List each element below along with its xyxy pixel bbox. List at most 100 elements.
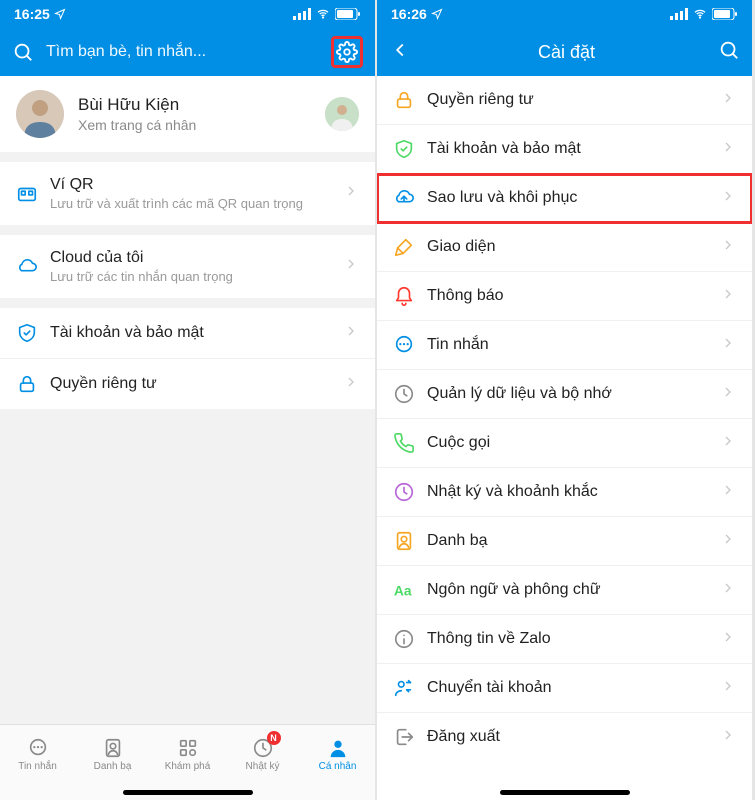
list-item-title: Thông báo [427,287,720,305]
search-icon[interactable] [12,41,34,63]
list-item[interactable]: Danh bạ [377,517,752,566]
battery-icon [712,8,738,20]
shield-icon [393,138,427,160]
list-item-title: Quyền riêng tư [50,375,343,393]
tab-label: Nhật ký [246,761,280,772]
chevron-right-icon [720,237,736,258]
cloud-backup-icon [393,187,427,209]
list-item-title: Cuộc gọi [427,434,720,452]
settings-list: Quyền riêng tưTài khoản và bảo mật Sao lư… [377,76,752,784]
search-button[interactable] [718,39,740,66]
svg-text:Aa: Aa [394,584,412,599]
list-item[interactable]: Quyền riêng tư [0,359,375,409]
search-placeholder: Tìm bạn bè, tin nhắn... [46,43,331,61]
lock-icon [16,373,50,395]
tab-contacts[interactable]: Danh bạ [75,725,150,784]
list-item[interactable]: Ví QR Lưu trữ và xuất trình các mã QR qua… [0,162,375,225]
content-left: Bùi Hữu Kiện Xem trang cá nhân Ví QR Lưu … [0,76,375,724]
profile-row[interactable]: Bùi Hữu Kiện Xem trang cá nhân [0,76,375,152]
battery-icon [335,8,361,20]
tab-diary[interactable]: N Nhật ký [225,725,300,784]
list-item[interactable]: Aa Ngôn ngữ và phông chữ [377,566,752,615]
tab-label: Khám phá [165,761,211,772]
tab-message[interactable]: Tin nhắn [0,725,75,784]
search-icon [718,39,740,61]
info-icon [393,628,427,650]
list-item[interactable]: Đăng xuất [377,713,752,761]
home-indicator [0,784,375,800]
clock-icon [393,481,427,503]
list-item[interactable]: Sao lưu và khôi phục [377,174,752,223]
location-arrow-icon [54,8,66,20]
list-item[interactable]: Tin nhắn [377,321,752,370]
qr-wallet-icon [16,183,50,205]
page-title: Cài đặt [415,42,718,63]
list-item-subtitle: Lưu trữ và xuất trình các mã QR quan trọ… [50,196,343,211]
status-bar: 16:26 [377,0,752,28]
tab-label: Tin nhắn [18,761,57,772]
gear-icon [336,41,358,63]
settings-button[interactable] [331,36,363,68]
tab-bar: Tin nhắn Danh bạ Khám phá N Nhật ký Cá nhân [0,724,375,784]
tab-label: Danh bạ [94,761,132,772]
list-item[interactable]: Tài khoản và bảo mật [377,125,752,174]
badge: N [267,731,281,745]
chevron-right-icon [720,629,736,650]
back-button[interactable] [389,39,411,66]
list-item[interactable]: Nhật ký và khoảnh khắc [377,468,752,517]
chevron-right-icon [720,139,736,160]
wifi-icon [315,8,331,20]
profile-subtitle: Xem trang cá nhân [78,117,325,133]
list-item[interactable]: Cuộc gọi [377,419,752,468]
tab-person[interactable]: Cá nhân [300,725,375,784]
chevron-right-icon [343,374,359,395]
storage-icon [393,383,427,405]
phone-icon [393,432,427,454]
chevron-right-icon [343,183,359,204]
list-item[interactable]: Thông tin về Zalo [377,615,752,664]
chevron-right-icon [343,323,359,344]
switch-account-icon [393,677,427,699]
list-item[interactable]: Quyền riêng tư [377,76,752,125]
search-header[interactable]: Tìm bạn bè, tin nhắn... [0,28,375,76]
avatar-secondary [325,97,359,131]
chevron-left-icon [389,39,411,61]
list-item-title: Quản lý dữ liệu và bộ nhớ [427,385,720,403]
chevron-right-icon [343,256,359,277]
list-item-title: Ngôn ngữ và phông chữ [427,581,720,599]
list-item-title: Giao diện [427,238,720,256]
signal-icon [293,8,311,20]
list-item[interactable]: Giao diện [377,223,752,272]
lock-icon [393,89,427,111]
chevron-right-icon [720,90,736,111]
phone-right: 16:26 Cài đặt Quyền riêng tưTài khoản và… [377,0,752,800]
list-item-title: Sao lưu và khôi phục [427,189,720,207]
tab-explore[interactable]: Khám phá [150,725,225,784]
phone-left: 16:25 Tìm bạn bè, tin nhắn... [0,0,375,800]
list-item[interactable]: Tài khoản và bảo mật [0,308,375,359]
list-item-title: Ví QR [50,176,343,194]
list-item[interactable]: Thông báo [377,272,752,321]
status-time: 16:25 [14,6,50,22]
font-icon: Aa [393,579,427,601]
chevron-right-icon [720,433,736,454]
list-item[interactable]: Cloud của tôiLưu trữ các tin nhắn quan t… [0,235,375,298]
signal-icon [670,8,688,20]
shield-icon [16,322,50,344]
wifi-icon [692,8,708,20]
brush-icon [393,236,427,258]
chevron-right-icon [720,188,736,209]
list-item[interactable]: Chuyển tài khoản [377,664,752,713]
list-item-title: Nhật ký và khoảnh khắc [427,483,720,501]
list-item-title: Đăng xuất [427,728,720,746]
list-item[interactable]: Quản lý dữ liệu và bộ nhớ [377,370,752,419]
status-bar: 16:25 [0,0,375,28]
chevron-right-icon [720,286,736,307]
chevron-right-icon [720,335,736,356]
home-indicator [377,784,752,800]
settings-header: Cài đặt [377,28,752,76]
chevron-right-icon [720,482,736,503]
message-icon [393,334,427,356]
location-arrow-icon [431,8,443,20]
list-item-title: Tin nhắn [427,336,720,354]
